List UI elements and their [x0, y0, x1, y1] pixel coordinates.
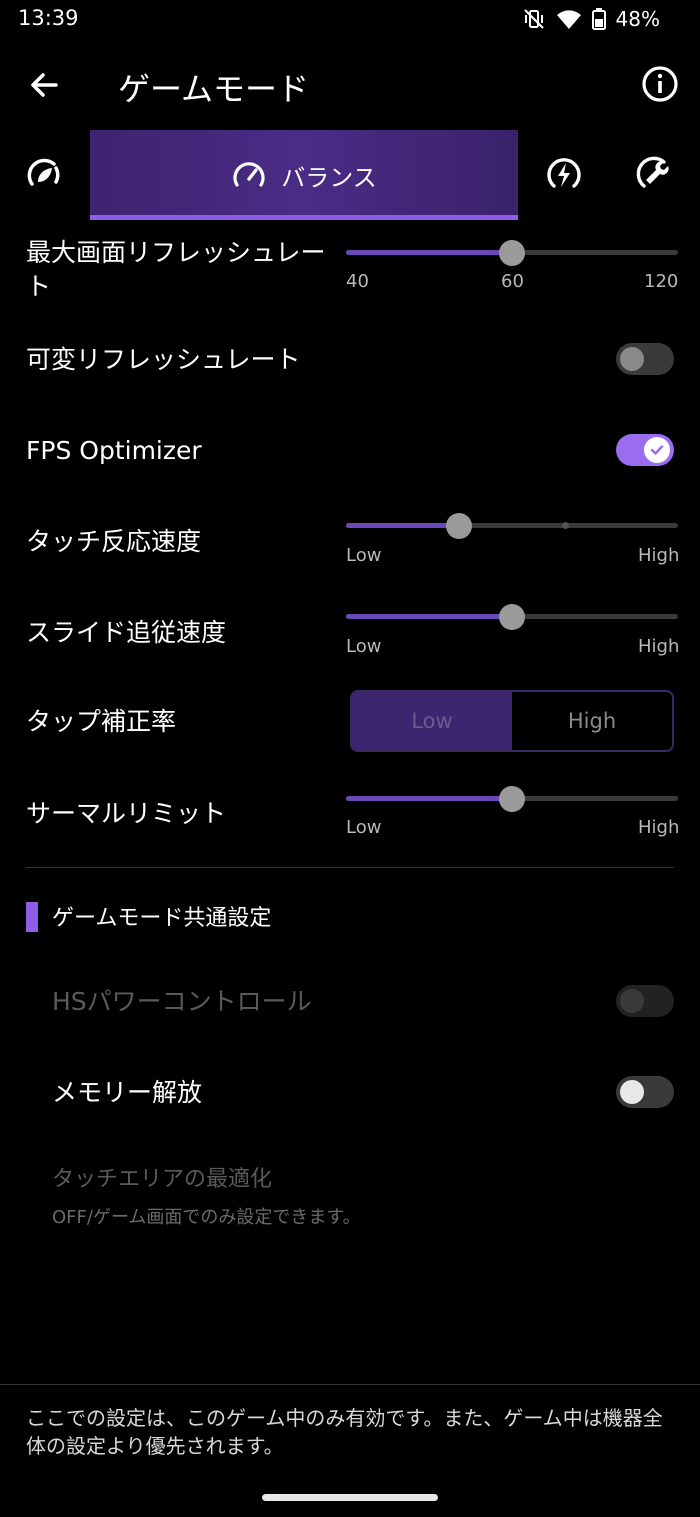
- section-divider: [26, 867, 674, 868]
- leaf-gauge-icon: [27, 158, 60, 186]
- slide-speed-thumb[interactable]: [499, 604, 525, 630]
- battery-percent: 48%: [615, 7, 660, 31]
- refresh-tick-40: 40: [346, 271, 369, 292]
- fps-optimizer-label: FPS Optimizer: [26, 436, 202, 465]
- thermal-limit-min: Low: [346, 817, 382, 838]
- info-button[interactable]: [640, 64, 680, 104]
- mode-tabs: バランス: [0, 128, 700, 220]
- refresh-tick-120: 120: [644, 271, 679, 292]
- refresh-rate-label: 最大画面リフレッシュレート: [26, 238, 326, 301]
- slide-speed-label: スライド追従速度: [26, 618, 227, 647]
- page-title: ゲームモード: [118, 70, 310, 108]
- fps-optimizer-toggle[interactable]: [616, 434, 674, 466]
- refresh-tick-60: 60: [501, 271, 524, 292]
- touch-speed-slider[interactable]: [346, 513, 678, 539]
- touch-speed-thumb[interactable]: [445, 513, 472, 539]
- section-accent-bar: [26, 902, 38, 932]
- mode-tab-custom[interactable]: [636, 154, 676, 194]
- touch-area-label[interactable]: タッチエリアの最適化: [52, 1163, 272, 1197]
- thermal-limit-slider[interactable]: [346, 786, 678, 812]
- variable-refresh-toggle[interactable]: [616, 343, 674, 375]
- tap-correction-segmented: Low High: [350, 690, 674, 752]
- lightning-gauge-icon: [547, 158, 581, 188]
- touch-area-sublabel: OFF/ゲーム画面でのみ設定できます。: [52, 1207, 361, 1228]
- common-section-title: ゲームモード共通設定: [52, 906, 272, 931]
- home-indicator[interactable]: [262, 1494, 438, 1501]
- tap-correction-high[interactable]: High: [512, 692, 672, 750]
- variable-refresh-label: 可変リフレッシュレート: [26, 345, 301, 374]
- mode-selected-label: バランス: [281, 163, 377, 192]
- slide-speed-max: High: [638, 636, 680, 657]
- mode-tab-balance[interactable]: バランス: [90, 130, 518, 220]
- touch-speed-max: High: [638, 545, 680, 566]
- memory-release-toggle[interactable]: [616, 1076, 674, 1108]
- info-icon: [642, 66, 678, 102]
- back-button[interactable]: [22, 62, 68, 108]
- refresh-rate-thumb[interactable]: [499, 240, 525, 266]
- check-icon: [650, 445, 664, 455]
- thermal-limit-max: High: [638, 817, 680, 838]
- hs-power-label: HSパワーコントロール: [52, 987, 312, 1016]
- app-bar: ゲームモード: [0, 50, 700, 120]
- arrow-left-icon: [31, 73, 58, 97]
- vibrate-off-icon: [522, 7, 546, 31]
- mode-tab-performance[interactable]: [544, 154, 584, 194]
- mode-selected-indicator: [90, 215, 518, 220]
- wifi-icon: [556, 8, 582, 30]
- tap-correction-low[interactable]: Low: [352, 692, 512, 750]
- footer-note: ここでの設定は、このゲーム中のみ有効です。また、ゲーム中は機器全体の設定より優先…: [26, 1406, 663, 1458]
- mode-tab-eco[interactable]: [24, 154, 64, 194]
- status-time: 13:39: [18, 6, 79, 30]
- speedometer-icon: [233, 162, 265, 187]
- hs-power-toggle[interactable]: [616, 985, 674, 1017]
- touch-speed-min: Low: [346, 545, 382, 566]
- refresh-rate-slider[interactable]: [346, 240, 678, 266]
- tap-correction-label: タップ補正率: [26, 707, 177, 736]
- footer-divider: [0, 1384, 700, 1385]
- touch-speed-label: タッチ反応速度: [26, 527, 202, 556]
- thermal-limit-thumb[interactable]: [499, 786, 525, 812]
- slide-speed-min: Low: [346, 636, 382, 657]
- memory-release-label: メモリー解放: [52, 1078, 203, 1107]
- wrench-gauge-icon: [636, 156, 669, 188]
- status-bar: 13:39 48%: [0, 0, 700, 40]
- slide-speed-slider[interactable]: [346, 604, 678, 630]
- thermal-limit-label: サーマルリミット: [26, 799, 227, 828]
- battery-icon: [591, 8, 606, 30]
